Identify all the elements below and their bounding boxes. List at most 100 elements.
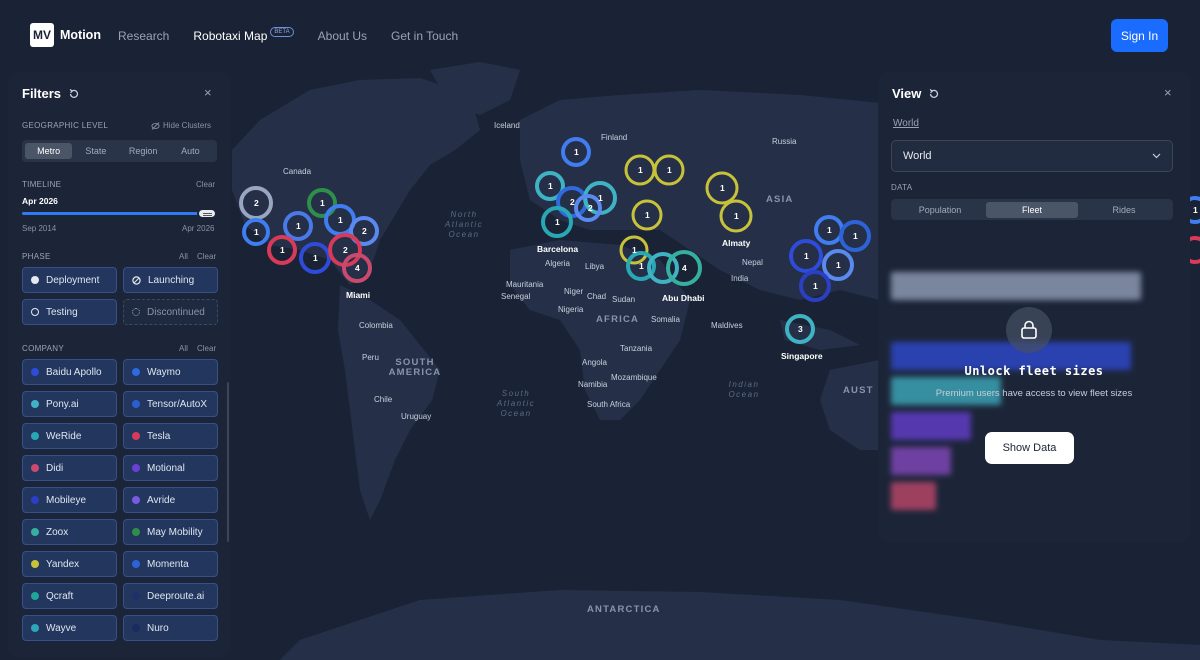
cluster-count[interactable]: 4 (682, 263, 687, 273)
map-label-country: Russia (772, 137, 797, 146)
company-chip[interactable]: Momenta (123, 551, 218, 577)
reset-icon[interactable] (928, 88, 940, 100)
cluster-count[interactable]: 1 (555, 217, 560, 227)
phase-testing[interactable]: Testing (22, 299, 117, 325)
show-data-button[interactable]: Show Data (985, 432, 1074, 464)
company-chip[interactable]: Qcraft (22, 583, 117, 609)
close-icon[interactable]: × (204, 86, 212, 99)
sign-in-button[interactable]: Sign In (1111, 19, 1168, 52)
timeline-slider-handle[interactable] (197, 208, 217, 219)
phase-deployment[interactable]: Deployment (22, 267, 117, 293)
cluster-count[interactable]: 1 (804, 251, 809, 261)
breadcrumb-world[interactable]: World (893, 118, 919, 129)
cluster-count[interactable]: 1 (296, 221, 301, 231)
company-chip[interactable]: Tensor/AutoX (123, 391, 218, 417)
map-label-city[interactable]: Abu Dhabi (662, 293, 705, 303)
company-chip[interactable]: Didi (22, 455, 117, 481)
company-all-link[interactable]: All (179, 344, 188, 353)
company-chip[interactable]: Wayve (22, 615, 117, 641)
cluster-count[interactable]: 1 (667, 165, 672, 175)
company-chip[interactable]: Baidu Apollo (22, 359, 117, 385)
map-label-city[interactable]: Miami (346, 290, 370, 300)
nav-link-research[interactable]: Research (118, 29, 169, 43)
map-label-country: Uruguay (401, 412, 432, 421)
nav-link-robotaxi-map[interactable]: Robotaxi Map BETA (193, 27, 294, 43)
company-color-dot (132, 464, 140, 472)
cluster-count[interactable]: 1 (254, 227, 259, 237)
close-icon[interactable]: × (1164, 86, 1172, 99)
cluster-count[interactable]: 2 (570, 197, 575, 207)
cluster-count[interactable]: 1 (1193, 205, 1198, 215)
company-chip[interactable]: Tesla (123, 423, 218, 449)
tab-fleet[interactable]: Fleet (986, 201, 1078, 218)
cluster-count[interactable]: 1 (734, 211, 739, 221)
company-chip[interactable]: Waymo (123, 359, 218, 385)
map-label-city[interactable]: Almaty (722, 238, 750, 248)
region-select[interactable]: World (891, 140, 1173, 172)
company-chip[interactable]: May Mobility (123, 519, 218, 545)
timeline-clear-link[interactable]: Clear (196, 180, 215, 189)
logo[interactable]: MV Motion (30, 23, 101, 47)
cluster-count[interactable]: 3 (798, 324, 803, 334)
blurred-bar (891, 272, 1141, 300)
company-chip[interactable]: Motional (123, 455, 218, 481)
company-chip[interactable]: Avride (123, 487, 218, 513)
cluster-count[interactable]: 4 (355, 263, 360, 273)
cluster-count[interactable]: 1 (827, 225, 832, 235)
reset-icon[interactable] (68, 88, 80, 100)
geo-option-metro[interactable]: Metro (25, 143, 73, 159)
company-chip[interactable]: Zoox (22, 519, 117, 545)
cluster-count[interactable]: 1 (598, 193, 603, 203)
geo-option-state[interactable]: State (72, 143, 119, 159)
cluster-count[interactable]: 1 (720, 183, 725, 193)
nav-link-about-us[interactable]: About Us (318, 29, 367, 43)
cluster-count[interactable]: 2 (254, 198, 259, 208)
cluster-count[interactable]: 1 (548, 181, 553, 191)
cluster-count[interactable]: 1 (645, 210, 650, 220)
hide-clusters-toggle[interactable]: Hide Clusters (151, 121, 211, 130)
map-label-continent: AFRICA (596, 314, 640, 325)
company-clear-link[interactable]: Clear (197, 344, 216, 353)
nav-link-get-in-touch[interactable]: Get in Touch (391, 29, 458, 43)
cluster-count[interactable]: 1 (320, 198, 325, 208)
map-label-ocean: South Atlantic Ocean (496, 389, 536, 418)
company-chip[interactable]: Mobileye (22, 487, 117, 513)
map-label-city[interactable]: Singapore (781, 351, 823, 361)
company-chip[interactable]: Pony.ai (22, 391, 117, 417)
cluster-count[interactable]: 1 (313, 253, 318, 263)
map-label-continent: ASIA (766, 194, 794, 205)
cluster-count[interactable]: 1 (853, 231, 858, 241)
cluster-count[interactable]: 1 (638, 165, 643, 175)
timeline-slider-track[interactable] (22, 212, 215, 215)
company-color-dot (31, 464, 39, 472)
cluster-count[interactable]: 2 (343, 245, 348, 255)
filters-scrollbar[interactable] (227, 382, 229, 542)
phase-all-link[interactable]: All (179, 252, 188, 261)
phase-launching[interactable]: Launching (123, 267, 218, 293)
cluster-count[interactable]: 1 (813, 281, 818, 291)
geo-option-region[interactable]: Region (120, 143, 167, 159)
phase-clear-link[interactable]: Clear (197, 252, 216, 261)
cluster-count[interactable]: 1 (574, 147, 579, 157)
tab-rides[interactable]: Rides (1078, 202, 1170, 218)
phase-discontinued[interactable]: Discontinued (123, 299, 218, 325)
cluster-count[interactable]: 1 (280, 245, 285, 255)
cluster-count[interactable]: 2 (588, 203, 593, 213)
cluster-count[interactable]: 1 (836, 260, 841, 270)
hollow-circle-icon (31, 308, 39, 316)
map-label-ocean: North Atlantic Ocean (444, 210, 484, 239)
cluster-count[interactable]: 1 (639, 261, 644, 271)
map-label-city[interactable]: Barcelona (537, 244, 578, 254)
company-name: WeRide (46, 430, 82, 442)
map-label-country: Libya (585, 262, 605, 271)
cluster-count[interactable]: 2 (362, 226, 367, 236)
region-select-value: World (903, 150, 932, 162)
company-chip[interactable]: WeRide (22, 423, 117, 449)
geo-option-auto[interactable]: Auto (167, 143, 214, 159)
cluster-count[interactable]: 1 (338, 215, 343, 225)
company-chip[interactable]: Yandex (22, 551, 117, 577)
cluster-count[interactable]: 1 (632, 245, 637, 255)
company-chip[interactable]: Nuro (123, 615, 218, 641)
company-chip[interactable]: Deeproute.ai (123, 583, 218, 609)
tab-population[interactable]: Population (894, 202, 986, 218)
